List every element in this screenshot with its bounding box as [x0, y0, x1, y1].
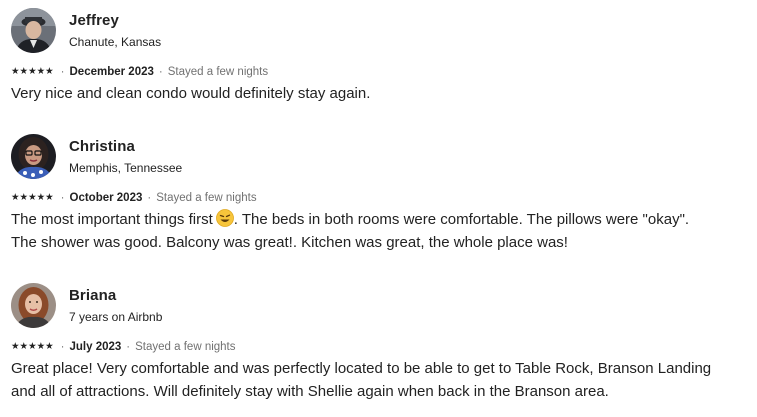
star-rating: ★ ★ ★ ★ ★ — [11, 193, 54, 203]
review-card: Christina Memphis, Tennessee ★ ★ ★ ★ ★ ·… — [11, 134, 751, 251]
review-text-fragment: . The beds in both rooms were comfortabl… — [233, 211, 690, 228]
star-icon: ★ — [11, 341, 20, 353]
reviewer-location: Memphis, Tennessee — [69, 161, 183, 175]
star-icon: ★ — [45, 66, 54, 78]
separator: · — [60, 341, 65, 353]
review-card: Jeffrey Chanute, Kansas ★ ★ ★ ★ ★ · Dece… — [11, 8, 751, 102]
star-icon: ★ — [36, 192, 46, 204]
star-icon: ★ — [19, 66, 29, 78]
star-icon: ★ — [11, 192, 20, 204]
reviewer-name: Briana — [69, 287, 117, 304]
separator: · — [60, 192, 65, 204]
review-card: Briana 7 years on Airbnb ★ ★ ★ ★ ★ · Jul… — [11, 283, 751, 400]
avatar[interactable] — [11, 134, 56, 179]
review-meta: ★ ★ ★ ★ ★ · December 2023 · Stayed a few… — [11, 65, 268, 79]
reviewer-name: Christina — [69, 138, 135, 155]
stay-duration: Stayed a few nights — [135, 341, 236, 353]
review-header: Briana 7 years on Airbnb — [11, 283, 751, 329]
review-text-line: The shower was good. Balcony was great!.… — [11, 234, 568, 251]
review-meta: ★ ★ ★ ★ ★ · October 2023 · Stayed a few … — [11, 191, 257, 205]
star-icon: ★ — [28, 341, 37, 353]
review-text: The most important things first . The bed… — [11, 208, 751, 254]
separator: · — [158, 66, 163, 78]
star-icon: ★ — [19, 341, 29, 353]
star-icon: ★ — [36, 341, 46, 353]
reviewer-name: Jeffrey — [69, 12, 119, 29]
star-icon: ★ — [28, 66, 37, 78]
grinning-face-emoji-icon — [215, 209, 234, 227]
reviewer-location: Chanute, Kansas — [69, 35, 162, 49]
avatar[interactable] — [11, 283, 56, 328]
star-icon: ★ — [45, 192, 54, 204]
star-icon: ★ — [28, 192, 37, 204]
review-header: Christina Memphis, Tennessee — [11, 134, 751, 180]
review-meta: ★ ★ ★ ★ ★ · July 2023 · Stayed a few nig… — [11, 340, 236, 354]
review-header: Jeffrey Chanute, Kansas — [11, 8, 751, 54]
review-date: December 2023 — [69, 66, 154, 78]
review-date: July 2023 — [69, 341, 122, 353]
star-icon: ★ — [45, 341, 54, 353]
stay-duration: Stayed a few nights — [156, 192, 257, 204]
separator: · — [60, 66, 65, 78]
star-rating: ★ ★ ★ ★ ★ — [11, 342, 54, 352]
star-rating: ★ ★ ★ ★ ★ — [11, 67, 54, 77]
stay-duration: Stayed a few nights — [167, 66, 269, 78]
separator: · — [126, 341, 131, 353]
separator: · — [147, 192, 152, 204]
review-text-fragment: The most important things first — [11, 211, 213, 228]
avatar[interactable] — [11, 8, 56, 53]
review-text-line: Great place! Very comfortable and was pe… — [11, 360, 712, 377]
review-text: Great place! Very comfortable and was pe… — [11, 357, 751, 403]
review-text-line: and all of attractions. Will definitely … — [11, 383, 609, 400]
review-text: Very nice and clean condo would definite… — [11, 85, 371, 102]
star-icon: ★ — [36, 66, 46, 78]
review-date: October 2023 — [69, 192, 143, 204]
star-icon: ★ — [19, 192, 29, 204]
reviewer-tenure: 7 years on Airbnb — [69, 310, 163, 324]
star-icon: ★ — [11, 66, 20, 78]
review-text-line: The most important things first . The bed… — [11, 208, 751, 231]
